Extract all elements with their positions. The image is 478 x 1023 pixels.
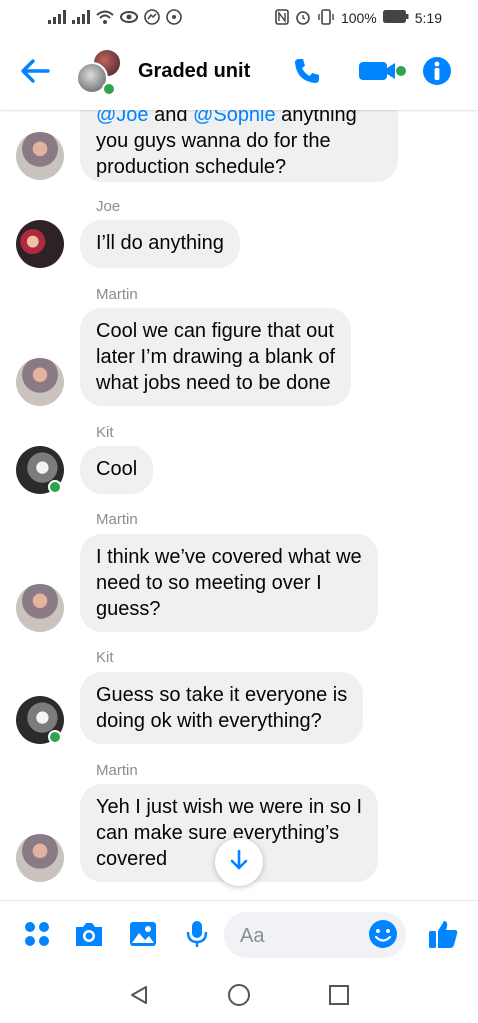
video-camera-icon: [357, 58, 407, 89]
nav-recents-button[interactable]: [324, 982, 354, 1012]
sender-name: Kit: [96, 649, 114, 666]
message-line: Cool we can figure that out: [96, 320, 334, 342]
message-line: I think we’ve covered what we: [96, 546, 362, 568]
conversation-header: Graded unit: [0, 36, 478, 110]
group-avatar[interactable]: [74, 46, 126, 98]
message-list[interactable]: @Joe and @Sophie anything you guys wanna…: [0, 110, 478, 900]
avatar[interactable]: [16, 834, 64, 882]
back-arrow-icon: [20, 58, 50, 89]
back-button[interactable]: [18, 58, 52, 88]
wifi-icon: [96, 10, 114, 27]
camera-button[interactable]: [72, 919, 106, 953]
sender-name: Martin: [96, 286, 138, 303]
messenger-notification-icon: [144, 8, 160, 28]
message-line: I’ll do anything: [96, 232, 224, 254]
whatsapp-notification-icon: [166, 8, 182, 28]
eye-icon: [120, 10, 138, 27]
arrow-down-icon: [229, 849, 249, 876]
message-line: doing ok with everything?: [96, 710, 322, 732]
message-bubble[interactable]: Guess so take it everyone is doing ok wi…: [80, 672, 364, 744]
conversation-title[interactable]: Graded unit: [138, 60, 250, 83]
emoji-button[interactable]: [366, 919, 400, 953]
apps-button[interactable]: [20, 919, 54, 953]
vibrate-icon: [317, 8, 335, 28]
nav-home-icon: [227, 983, 251, 1012]
conversation-info-button[interactable]: [420, 56, 454, 91]
alarm-icon: [295, 9, 311, 28]
thumbs-up-icon: [427, 918, 459, 955]
battery-icon: [382, 10, 409, 26]
phone-icon: [292, 56, 322, 91]
apps-icon: [23, 920, 51, 953]
camera-icon: [73, 920, 105, 953]
avatar[interactable]: [16, 358, 64, 406]
voice-call-button[interactable]: [290, 58, 324, 88]
battery-percent: 100%: [340, 10, 377, 26]
nav-back-icon: [128, 984, 150, 1011]
status-left: [48, 8, 182, 28]
video-call-button[interactable]: [354, 58, 410, 88]
message-bubble[interactable]: @Joe and @Sophie anything you guys wanna…: [80, 110, 398, 182]
nav-back-button[interactable]: [124, 982, 154, 1012]
nfc-icon: [275, 8, 289, 28]
message-bubble[interactable]: I think we’ve covered what we need to so…: [80, 534, 378, 632]
online-indicator: [48, 480, 62, 494]
voice-message-button[interactable]: [180, 919, 214, 953]
gallery-button[interactable]: [126, 919, 160, 953]
message-input-placeholder: Aa: [240, 925, 265, 947]
gallery-icon: [128, 920, 158, 953]
message-line: Guess so take it everyone is: [96, 684, 348, 706]
emoji-icon: [368, 919, 398, 954]
avatar[interactable]: [16, 584, 64, 632]
signal-icon: [48, 9, 66, 27]
clock: 5:19: [414, 10, 442, 26]
message-composer: Aa: [0, 900, 478, 968]
scroll-to-bottom-button[interactable]: [215, 838, 263, 886]
sender-name: Joe: [96, 198, 121, 215]
message-line: need to so meeting over I: [96, 572, 322, 594]
signal-icon: [72, 9, 90, 27]
online-indicator: [102, 82, 116, 96]
online-indicator: [48, 730, 62, 744]
sender-name: Kit: [96, 424, 114, 441]
info-icon: [422, 56, 452, 91]
mention[interactable]: @Sophie: [193, 110, 276, 126]
message-line: guess?: [96, 598, 161, 620]
like-button[interactable]: [426, 919, 460, 953]
message-bubble[interactable]: Cool: [80, 446, 154, 494]
message-line: @Joe and @Sophie anything: [96, 110, 382, 128]
avatar[interactable]: [16, 220, 64, 268]
avatar[interactable]: [16, 132, 64, 180]
message-line: Cool: [96, 458, 138, 480]
microphone-icon: [185, 919, 209, 954]
sender-name: Martin: [96, 511, 138, 528]
system-navigation-bar: [0, 968, 478, 1023]
nav-recents-icon: [328, 984, 350, 1011]
message-line: production schedule?: [96, 156, 287, 178]
message-line: later I’m drawing a blank of: [96, 346, 336, 368]
message-line: you guys wanna do for the: [96, 130, 331, 152]
status-bar: 100% 5:19: [0, 0, 478, 36]
message-line: Yeh I just wish we were in so I: [96, 796, 363, 818]
message-bubble[interactable]: I’ll do anything: [80, 220, 240, 268]
message-line: what jobs need to be done: [96, 372, 331, 394]
status-right: 100% 5:19: [275, 8, 442, 28]
mention[interactable]: @Joe: [96, 110, 149, 126]
message-bubble[interactable]: Cool we can figure that out later I’m dr…: [80, 308, 352, 406]
nav-home-button[interactable]: [224, 982, 254, 1012]
sender-name: Martin: [96, 762, 138, 779]
